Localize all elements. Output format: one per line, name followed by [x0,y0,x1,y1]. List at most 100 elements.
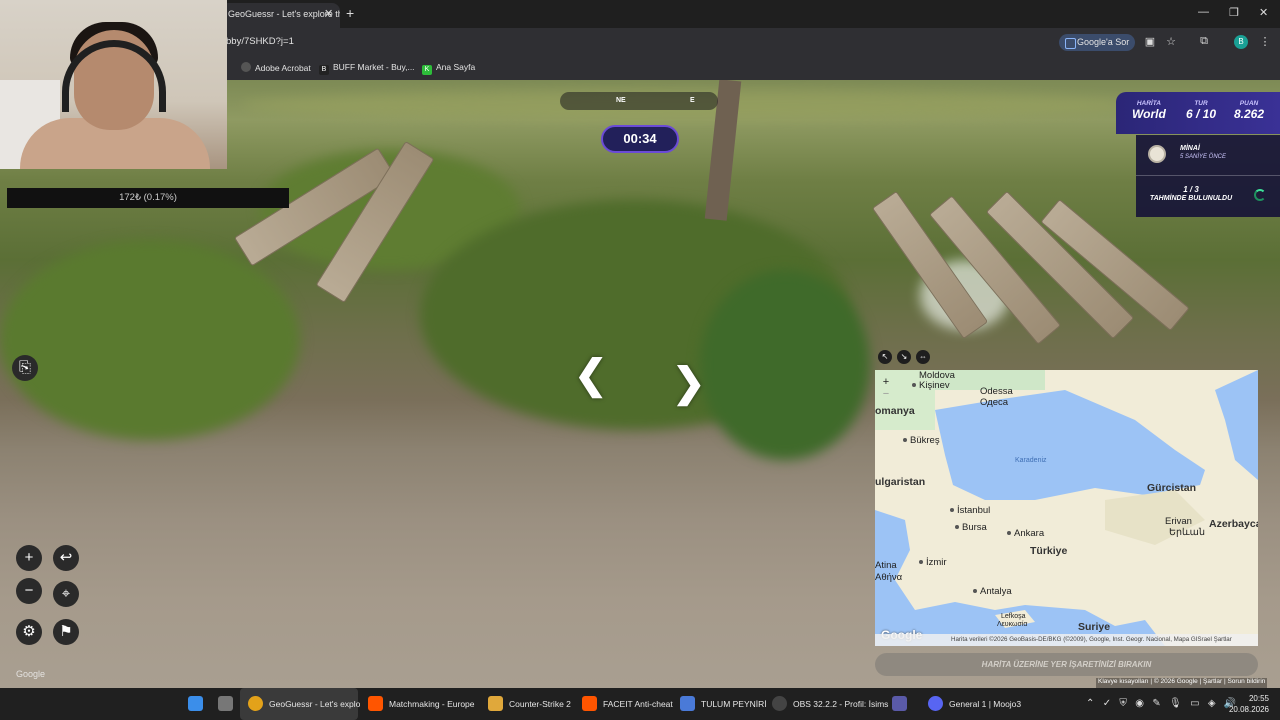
close-tab-icon[interactable]: ✕ [324,7,333,20]
label-odessa: Odessa [980,386,1013,397]
move-right-arrow[interactable]: ❯ [672,360,706,406]
player-avatar [1148,145,1166,163]
start-button[interactable] [188,688,209,720]
url-field[interactable]: bby/7SHKD?j=1 [226,36,294,47]
guess-count: 1 / 3 [1183,185,1199,194]
taskbar-item-matchmaking[interactable]: Matchmaking - Europe [368,688,475,720]
map-enlarge-icon[interactable]: ↖ [878,350,892,364]
label-gurcistan: Gürcistan [1147,482,1197,494]
bookmark-ana-sayfa[interactable]: K Ana Sayfa [422,62,475,75]
zoom-in-button[interactable]: + [16,545,42,571]
cs2-icon [488,696,503,711]
map-zoom-out-icon[interactable]: − [883,388,889,400]
label-izmir: İzmir [919,557,947,568]
windows-icon [188,696,203,711]
plus-icon: + [24,549,34,566]
place-marker-button[interactable]: HARİTA ÜZERİNE YER İŞARETİNİZİ BIRAKIN [875,653,1258,676]
bookmark-buff-market[interactable]: B BUFF Market - Buy,... [319,62,415,75]
windows-taskbar: GeoGuessr - Let's explo Matchmaking - Eu… [0,688,1280,720]
profile-avatar[interactable]: B [1234,35,1248,49]
map-canvas [875,370,1258,646]
map-label: HARİTA [1136,100,1161,107]
minus-icon: − [24,582,34,599]
game-status-panel: HARİTA World TUR 6 / 10 PUAN 8.262 [1116,92,1280,134]
round-value: 6 / 10 [1186,107,1217,121]
minimize-icon[interactable]: — [1198,6,1209,18]
app-icon [892,696,907,711]
screenshot-icon[interactable]: ▣ [1143,35,1157,49]
compass-ne: NE [616,97,626,104]
label-azerbaycan: Azerbayca [1209,518,1258,530]
map-zoom-in-icon[interactable]: + [883,376,889,388]
buff-icon: B [319,65,329,75]
label-ankara: Ankara [1007,528,1044,539]
donation-progress-bar: 172₺ (0.17%) [7,188,289,208]
clock-date: 20.08.2026 [1228,705,1269,714]
player-name: MİNAİ [1180,145,1200,152]
label-erivan-armenian: Երևան [1169,527,1205,538]
google-watermark: Google [16,669,46,679]
taskbar-item-counter-strike[interactable]: Counter-Strike 2 [488,688,571,720]
zoom-out-button[interactable]: − [16,578,42,604]
system-clock[interactable]: 20:55 20.08.2026 [1223,693,1269,715]
taskbar-item-app[interactable] [892,688,913,720]
taskbar-item-discord[interactable]: General 1 | Moojo3 [928,688,1021,720]
undo-move-button[interactable]: ↩ [53,545,79,571]
guesses-panel: MİNAİ 5 SANİYE ÖNCE 1 / 3 TAHMİNDE BULUN… [1136,135,1280,217]
label-istanbul: İstanbul [950,505,990,516]
label-romanya: omanya [875,405,915,417]
flag-checkpoint-button[interactable]: ⚑ [53,619,79,645]
label-lefkosa: Lefkoşa [1001,613,1026,620]
label-turkiye: Türkiye [1030,545,1068,557]
label-kisinev: Kişinev [912,380,950,391]
compass-e: E [690,97,695,104]
label-suriye: Suriye [1078,621,1111,633]
label-bursa: Bursa [955,522,987,533]
taskbar-item-geoguessr[interactable]: GeoGuessr - Let's explo [248,688,360,720]
street-view-attribution: Klavye kısayolları | © 2026 Google | Şar… [1096,678,1268,688]
gear-icon: ⚙ [22,623,36,640]
label-atina-greek: Αθήνα [875,572,903,583]
task-view-icon [218,696,233,711]
taskbar-item-obs[interactable]: OBS 32.2.2 - Profil: İsims [772,688,888,720]
new-tab-icon[interactable]: + [346,5,354,21]
label-atina: Atina [875,560,897,571]
map-zoom-controls[interactable]: + − [879,376,893,400]
map-shrink-icon[interactable]: ↘ [897,350,911,364]
round-label: TUR [1194,100,1208,107]
map-pin-toggle-icon[interactable]: ⇔ [916,350,930,364]
move-left-arrow[interactable]: ❮ [574,352,608,398]
map-value: World [1132,107,1166,121]
label-lefkosa-greek: Λευκωσία [997,621,1028,628]
location-pin-icon: ⌖ [61,585,71,602]
map-attribution: Harita verileri ©2026 GeoBasis-DE/BKG (©… [875,634,1258,646]
tab-geoguessr[interactable]: GeoGuessr - Let's explore the w [220,3,340,28]
settings-button[interactable]: ⚙ [16,619,42,645]
loading-spinner-icon [1254,189,1266,201]
label-karadeniz: Karadeniz [1015,457,1047,464]
webcam-overlay [0,0,227,169]
google-sor-button[interactable]: Google'a Sor [1059,34,1135,51]
bookmark-adobe-acrobat[interactable]: Adobe Acrobat [241,62,311,73]
taskbar-item-tulum[interactable]: TULUM PEYNİRİ [680,688,767,720]
compass: NE E [560,92,718,110]
task-view-button[interactable] [218,688,239,720]
chrome-icon [248,696,263,711]
return-to-start-button[interactable]: ⌖ [53,581,79,607]
label-bulgaristan: ulgaristan [875,476,926,488]
undo-icon: ↩ [59,549,73,566]
system-tray[interactable]: ⌃ ✓ ⛨ ◉ ✎ 🎙 ▭ ◈ 🔊 [1086,688,1236,720]
guess-map[interactable]: + − Moldova Kişinev Odessa Одеса omanya B… [875,370,1258,646]
bookmark-star-icon[interactable]: ☆ [1164,35,1178,49]
window-close-icon[interactable]: ✕ [1259,6,1268,19]
extensions-icon[interactable]: ⧉ [1197,35,1211,49]
taskbar-item-faceit-anticheat[interactable]: FACEIT Anti-cheat [582,688,673,720]
label-bukres: Bükreş [903,435,940,446]
label-erivan: Erivan [1165,516,1192,527]
flag-icon: ⚑ [59,623,73,640]
label-odessa-cyrillic: Одеса [980,397,1009,408]
restore-icon[interactable]: ❐ [1229,6,1239,19]
report-location-button[interactable]: ⎘ [12,355,38,381]
menu-kebab-icon[interactable]: ⋮ [1258,35,1272,49]
kick-icon: K [422,65,432,75]
